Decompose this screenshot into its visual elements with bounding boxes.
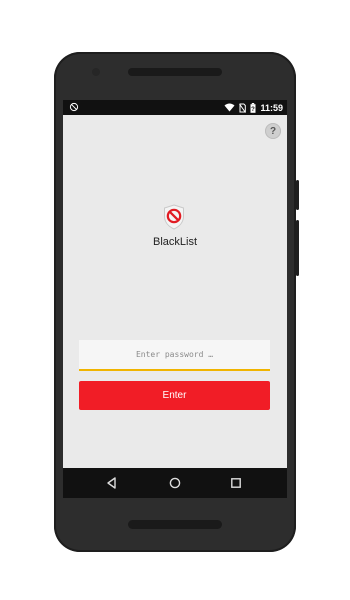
clock: 11:59: [260, 102, 283, 113]
svg-text:?: ?: [252, 107, 256, 113]
enter-button[interactable]: Enter: [79, 381, 270, 410]
help-icon: ?: [269, 125, 277, 137]
volume-button: [296, 220, 299, 276]
navigation-bar: [63, 468, 287, 498]
password-input[interactable]: [79, 340, 270, 371]
recents-icon[interactable]: [229, 476, 243, 490]
back-icon[interactable]: [105, 476, 119, 490]
app-title: BlackList: [152, 236, 198, 248]
top-speaker: [128, 68, 222, 76]
power-button: [296, 180, 299, 210]
status-bar: ? 11:59: [63, 100, 287, 115]
battery-icon: ?: [250, 102, 256, 113]
no-notifications-icon: [69, 102, 79, 112]
screen: ? 11:59 ? BlackList Enter: [63, 100, 287, 498]
home-icon[interactable]: [168, 476, 182, 490]
help-button[interactable]: ?: [265, 123, 281, 139]
front-camera: [92, 68, 100, 76]
no-sim-icon: [239, 103, 247, 113]
bottom-speaker: [128, 520, 222, 529]
shield-block-icon: [164, 204, 184, 230]
wifi-icon: [224, 103, 235, 112]
